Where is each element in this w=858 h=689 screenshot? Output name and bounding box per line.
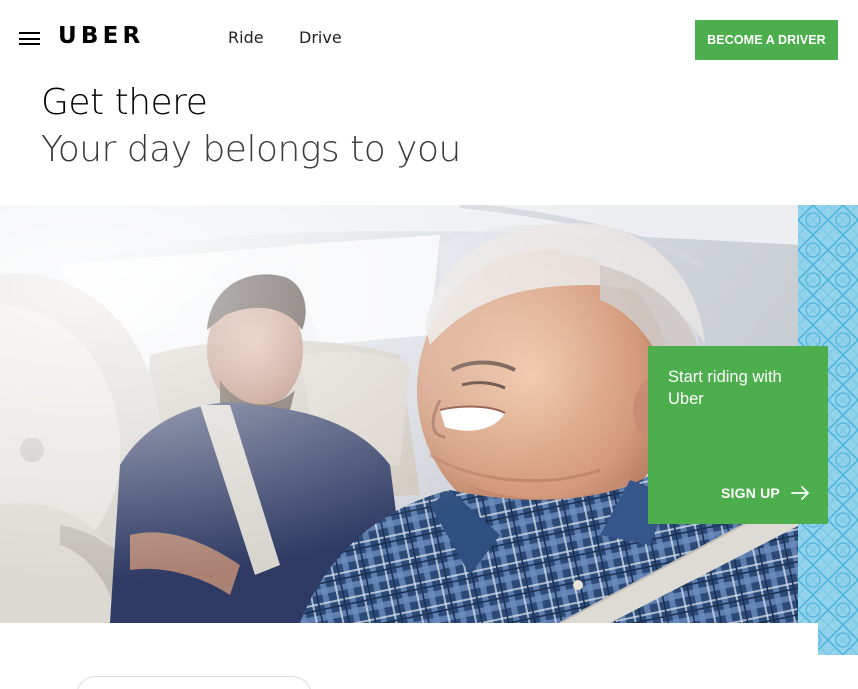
start-riding-card[interactable]: Start riding with Uber SIGN UP (648, 346, 828, 524)
site-header: UBER Ride Drive BECOME A DRIVER (0, 0, 858, 78)
page-subheadline: Your day belongs to you (41, 129, 461, 170)
page-headline: Get there (41, 82, 208, 123)
nav-link-drive[interactable]: Drive (299, 28, 342, 47)
nav-link-ride[interactable]: Ride (228, 28, 264, 47)
arrow-right-icon[interactable] (791, 485, 811, 501)
hamburger-menu-icon[interactable] (19, 30, 41, 48)
sign-up-link[interactable]: SIGN UP (721, 485, 780, 501)
become-a-driver-button[interactable]: BECOME A DRIVER (695, 20, 838, 60)
card-title: Start riding with Uber (668, 368, 782, 408)
uber-logo[interactable]: UBER (58, 23, 144, 49)
rounded-input-pill[interactable] (76, 676, 312, 689)
